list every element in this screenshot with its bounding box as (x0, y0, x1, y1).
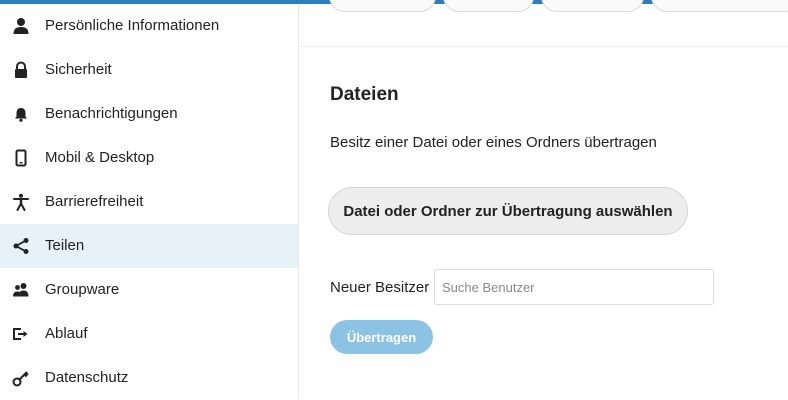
top-tab-pill[interactable] (443, 0, 534, 12)
accessibility-icon (12, 193, 30, 211)
sidebar-item-label: Barrierefreiheit (45, 193, 144, 210)
sidebar-item-mobile-desktop[interactable]: Mobil & Desktop (0, 136, 298, 180)
sidebar-item-label: Benachrichtigungen (45, 105, 178, 122)
settings-sidebar: Persönliche Informationen Sicherheit Ben… (0, 4, 299, 399)
section-title: Dateien (330, 84, 399, 105)
user-search-input[interactable] (434, 269, 714, 305)
transfer-button[interactable]: Übertragen (330, 320, 433, 354)
sidebar-item-security[interactable]: Sicherheit (0, 48, 298, 92)
sidebar-item-groupware[interactable]: Groupware (0, 268, 298, 312)
share-icon (12, 237, 30, 255)
user-icon (12, 17, 30, 35)
group-icon (12, 281, 30, 299)
sidebar-item-personal-info[interactable]: Persönliche Informationen (0, 4, 298, 48)
sidebar-item-label: Groupware (45, 281, 120, 298)
content-divider (300, 46, 788, 47)
choose-file-or-folder-button[interactable]: Datei oder Ordner zur Übertragung auswäh… (328, 187, 688, 235)
sidebar-item-label: Sicherheit (45, 61, 112, 78)
top-tab-pill[interactable] (329, 0, 436, 12)
phone-icon (12, 149, 30, 167)
top-tab-pill[interactable] (651, 0, 788, 12)
sidebar-item-label: Ablauf (45, 325, 88, 342)
section-description: Besitz einer Datei oder eines Ordners üb… (330, 134, 657, 151)
sidebar-item-workflow[interactable]: Ablauf (0, 312, 298, 356)
new-owner-label: Neuer Besitzer (330, 279, 430, 296)
lock-icon (12, 61, 30, 79)
top-tab-pill[interactable] (541, 0, 644, 12)
sidebar-item-label: Persönliche Informationen (45, 17, 220, 34)
sidebar-item-notifications[interactable]: Benachrichtigungen (0, 92, 298, 136)
key-icon (12, 369, 30, 387)
sidebar-item-label: Datenschutz (45, 369, 129, 386)
sidebar-item-label: Teilen (45, 237, 85, 254)
workflow-icon (12, 325, 30, 343)
bell-icon (12, 105, 30, 123)
sidebar-item-accessibility[interactable]: Barrierefreiheit (0, 180, 298, 224)
sidebar-item-sharing[interactable]: Teilen (0, 224, 298, 268)
sidebar-item-privacy[interactable]: Datenschutz (0, 356, 298, 400)
sidebar-item-label: Mobil & Desktop (45, 149, 155, 166)
